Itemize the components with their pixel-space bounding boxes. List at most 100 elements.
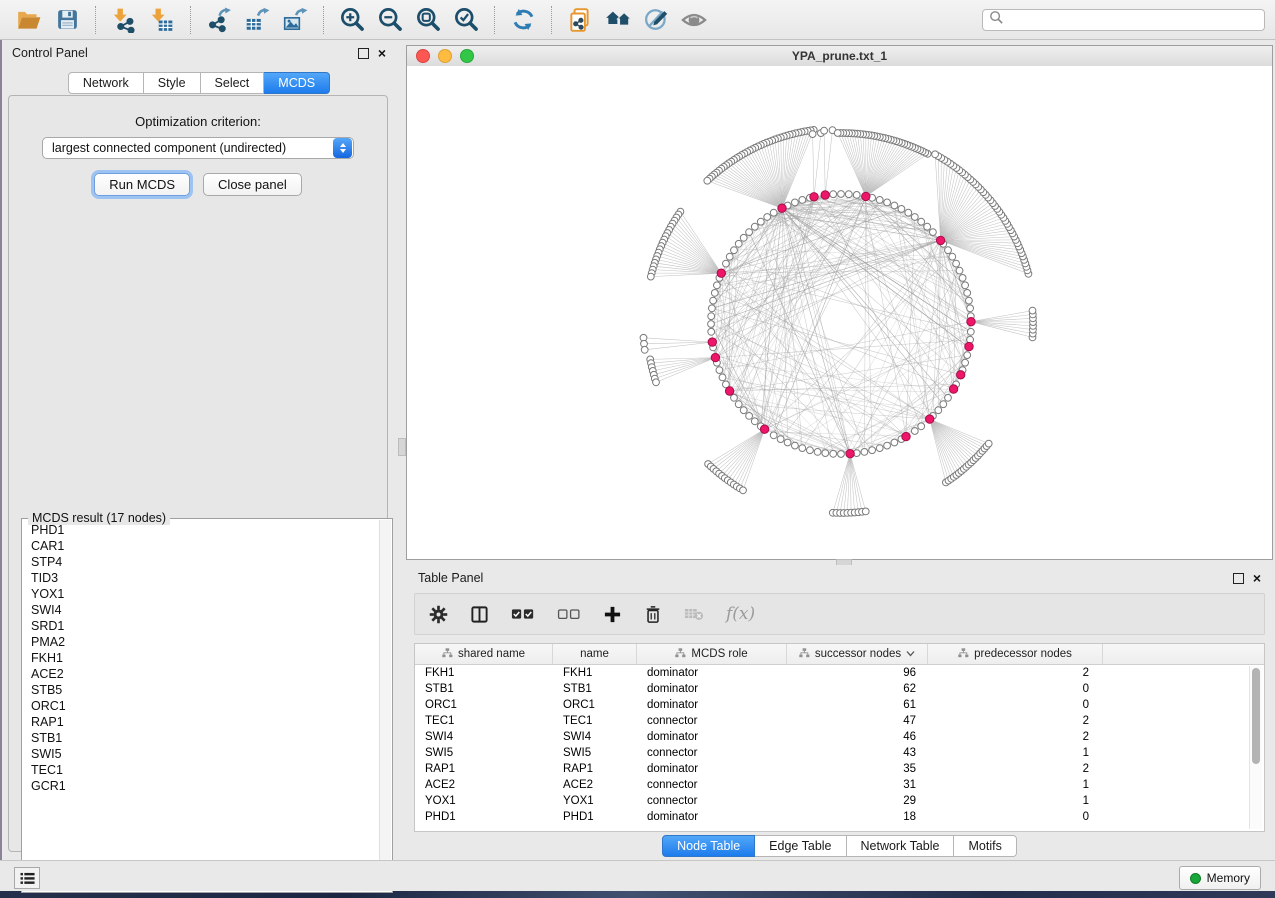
tab-network-table[interactable]: Network Table [847,835,955,857]
zoom-out-icon[interactable] [374,5,406,35]
column-header-name[interactable]: name [553,644,637,664]
table-row[interactable]: SWI5SWI5connector431 [415,745,1264,761]
zoom-fit-icon[interactable] [412,5,444,35]
select-all-icon[interactable] [511,607,535,621]
mcds-list-scrollbar[interactable] [379,520,391,891]
export-network-icon[interactable] [203,5,235,35]
float-table-panel-icon[interactable] [1233,573,1244,584]
tab-edge-table[interactable]: Edge Table [755,835,846,857]
mcds-result-item[interactable]: FKH1 [23,650,380,666]
table-cell: SWI5 [415,747,553,759]
mcds-result-item[interactable]: STP4 [23,554,380,570]
import-network-icon[interactable] [108,5,140,35]
column-header-predecessor-nodes[interactable]: predecessor nodes [928,644,1103,664]
tab-node-table[interactable]: Node Table [662,835,755,857]
deselect-all-icon[interactable] [557,607,581,621]
table-row[interactable]: FKH1FKH1dominator962 [415,665,1264,681]
table-row[interactable]: PHD1PHD1dominator180 [415,809,1264,825]
zoom-selected-icon[interactable] [450,5,482,35]
save-session-icon[interactable] [51,5,83,35]
tab-network[interactable]: Network [68,72,144,94]
table-cell: dominator [637,699,787,711]
mcds-result-item[interactable]: PHD1 [23,522,380,538]
node-table[interactable]: shared namename MCDS role successor nodesp… [414,643,1265,832]
table-row[interactable]: RAP1RAP1dominator352 [415,761,1264,777]
network-home-icon[interactable] [602,5,634,35]
table-row[interactable]: ORC1ORC1dominator610 [415,697,1264,713]
criterion-dropdown[interactable]: largest connected component (undirected) [42,137,354,159]
table-row[interactable]: ACE2ACE2connector311 [415,777,1264,793]
export-image-icon[interactable] [279,5,311,35]
mcds-result-item[interactable]: STB1 [23,730,380,746]
close-panel-icon[interactable]: × [378,48,386,58]
table-row[interactable]: YOX1YOX1connector291 [415,793,1264,809]
mcds-result-item[interactable]: YOX1 [23,586,380,602]
graphics-details-eye-icon[interactable] [678,5,710,35]
network-graph[interactable] [407,66,1272,559]
network-window-titlebar[interactable]: YPA_prune.txt_1 [407,46,1272,67]
table-scrollbar[interactable] [1249,666,1262,829]
network-canvas[interactable] [407,66,1272,559]
zoom-in-icon[interactable] [336,5,368,35]
vertical-splitter-grip[interactable] [398,438,406,456]
clone-network-icon[interactable] [564,5,596,35]
table-scrollbar-thumb[interactable] [1252,668,1260,764]
split-pane-icon[interactable] [470,605,489,624]
column-header-successor-nodes[interactable]: successor nodes [787,644,928,664]
optimization-criterion-label: Optimization criterion: [9,114,387,129]
mcds-result-item[interactable]: TEC1 [23,762,380,778]
task-history-button[interactable] [14,867,40,889]
mcds-result-item[interactable]: RAP1 [23,714,380,730]
node-table-body: FKH1FKH1dominator962STB1STB1dominator620… [415,665,1264,825]
table-cell: SWI4 [415,731,553,743]
function-builder-icon: f(x) [726,604,755,624]
mcds-result-item[interactable]: SWI4 [23,602,380,618]
tab-select[interactable]: Select [201,72,265,94]
search-input[interactable] [1004,12,1258,28]
float-panel-icon[interactable] [358,48,369,59]
close-table-panel-icon[interactable]: × [1253,573,1261,583]
tab-mcds[interactable]: MCDS [264,72,330,94]
add-column-icon[interactable] [603,605,622,624]
mcds-result-item[interactable]: GCR1 [23,778,380,794]
mcds-result-item[interactable]: STB5 [23,682,380,698]
table-cell: dominator [637,731,787,743]
column-header-shared-name[interactable]: shared name [415,644,553,664]
mcds-result-item[interactable]: ACE2 [23,666,380,682]
delete-column-icon[interactable] [644,605,662,624]
table-cell: 31 [787,779,928,791]
column-label: MCDS role [691,648,747,660]
table-cell: 61 [787,699,928,711]
table-cell: TEC1 [553,715,637,727]
table-cell: 29 [787,795,928,807]
refresh-layout-icon[interactable] [507,5,539,35]
run-mcds-button[interactable]: Run MCDS [94,173,190,196]
import-table-icon[interactable] [146,5,178,35]
mcds-result-item[interactable]: SRD1 [23,618,380,634]
search-box[interactable] [982,9,1265,31]
open-file-icon[interactable] [13,5,45,35]
settings-gear-icon[interactable] [429,605,448,624]
table-cell: STB1 [415,683,553,695]
mcds-result-item[interactable]: PMA2 [23,634,380,650]
memory-button[interactable]: Memory [1179,866,1261,890]
column-header-MCDS-role[interactable]: MCDS role [637,644,787,664]
export-table-icon[interactable] [241,5,273,35]
table-row[interactable]: STB1STB1dominator620 [415,681,1264,697]
mcds-result-item[interactable]: CAR1 [23,538,380,554]
column-tree-icon [958,648,969,661]
mcds-result-group: MCDS result (17 nodes) PHD1CAR1STP4TID3Y… [21,518,393,893]
table-row[interactable]: TEC1TEC1connector472 [415,713,1264,729]
table-cell: connector [637,747,787,759]
mcds-result-item[interactable]: TID3 [23,570,380,586]
toggle-style-icon[interactable] [640,5,672,35]
tab-style[interactable]: Style [144,72,201,94]
mcds-result-item[interactable]: SWI5 [23,746,380,762]
table-row[interactable]: SWI4SWI4dominator462 [415,729,1264,745]
table-cell: STB1 [553,683,637,695]
close-panel-button[interactable]: Close panel [203,173,302,196]
mcds-result-item[interactable]: ORC1 [23,698,380,714]
mcds-result-list[interactable]: PHD1CAR1STP4TID3YOX1SWI4SRD1PMA2FKH1ACE2… [23,522,380,891]
table-cell: ACE2 [553,779,637,791]
tab-motifs[interactable]: Motifs [954,835,1016,857]
